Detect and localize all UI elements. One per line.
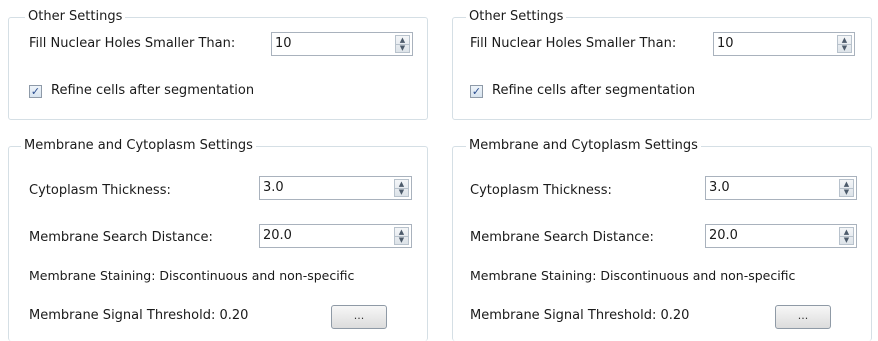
fill-holes-spinner[interactable]: 10 ▲ ▼ — [713, 32, 855, 56]
threshold-browse-button[interactable]: ... — [331, 305, 387, 329]
group-title: Other Settings — [466, 9, 567, 25]
group-title: Other Settings — [25, 9, 126, 25]
membrane-settings-group: Membrane and Cytoplasm Settings Cytoplas… — [8, 138, 428, 341]
spinner-value[interactable]: 3.0 — [263, 179, 284, 197]
membrane-staining-text: Membrane Staining: Discontinuous and non… — [470, 268, 796, 283]
membrane-staining-text: Membrane Staining: Discontinuous and non… — [29, 268, 355, 283]
spinner-buttons[interactable]: ▲ ▼ — [839, 227, 854, 245]
group-title: Membrane and Cytoplasm Settings — [466, 138, 701, 154]
spin-down-icon[interactable]: ▼ — [395, 188, 408, 196]
spin-down-icon[interactable]: ▼ — [395, 236, 408, 244]
other-settings-group: Other Settings Fill Nuclear Holes Smalle… — [8, 9, 428, 120]
spinner-value[interactable]: 10 — [275, 35, 292, 53]
refine-checkbox[interactable]: ✓ — [470, 85, 483, 98]
cytoplasm-thickness-spinner[interactable]: 3.0 ▲ ▼ — [259, 176, 412, 200]
membrane-threshold-text: Membrane Signal Threshold: 0.20 — [470, 308, 690, 323]
other-settings-group: Other Settings Fill Nuclear Holes Smalle… — [452, 9, 872, 120]
membrane-search-spinner[interactable]: 20.0 ▲ ▼ — [259, 224, 412, 248]
spinner-buttons[interactable]: ▲ ▼ — [395, 35, 410, 53]
spinner-buttons[interactable]: ▲ ▼ — [837, 35, 852, 53]
membrane-search-spinner[interactable]: 20.0 ▲ ▼ — [705, 224, 857, 248]
spinner-buttons[interactable]: ▲ ▼ — [394, 227, 409, 245]
refine-label: Refine cells after segmentation — [51, 83, 255, 98]
cytoplasm-thickness-spinner[interactable]: 3.0 ▲ ▼ — [705, 176, 857, 200]
fill-holes-label: Fill Nuclear Holes Smaller Than: — [470, 36, 677, 51]
membrane-search-label: Membrane Search Distance: — [29, 230, 213, 245]
spinner-value[interactable]: 10 — [717, 35, 734, 53]
group-title: Membrane and Cytoplasm Settings — [21, 138, 256, 154]
refine-label: Refine cells after segmentation — [492, 83, 696, 98]
membrane-search-label: Membrane Search Distance: — [470, 230, 654, 245]
spin-down-icon[interactable]: ▼ — [838, 44, 851, 52]
fill-holes-spinner[interactable]: 10 ▲ ▼ — [271, 32, 413, 56]
threshold-browse-button[interactable]: ... — [775, 305, 831, 329]
spinner-value[interactable]: 20.0 — [709, 227, 738, 245]
spin-down-icon[interactable]: ▼ — [396, 44, 409, 52]
spinner-buttons[interactable]: ▲ ▼ — [394, 179, 409, 197]
cytoplasm-thickness-label: Cytoplasm Thickness: — [470, 183, 612, 198]
fill-holes-label: Fill Nuclear Holes Smaller Than: — [29, 36, 236, 51]
spin-down-icon[interactable]: ▼ — [840, 188, 853, 196]
cytoplasm-thickness-label: Cytoplasm Thickness: — [29, 183, 171, 198]
membrane-settings-group: Membrane and Cytoplasm Settings Cytoplas… — [452, 138, 872, 341]
spin-down-icon[interactable]: ▼ — [840, 236, 853, 244]
spinner-value[interactable]: 20.0 — [263, 227, 292, 245]
spinner-buttons[interactable]: ▲ ▼ — [839, 179, 854, 197]
refine-checkbox[interactable]: ✓ — [29, 85, 42, 98]
spinner-value[interactable]: 3.0 — [709, 179, 730, 197]
membrane-threshold-text: Membrane Signal Threshold: 0.20 — [29, 308, 249, 323]
